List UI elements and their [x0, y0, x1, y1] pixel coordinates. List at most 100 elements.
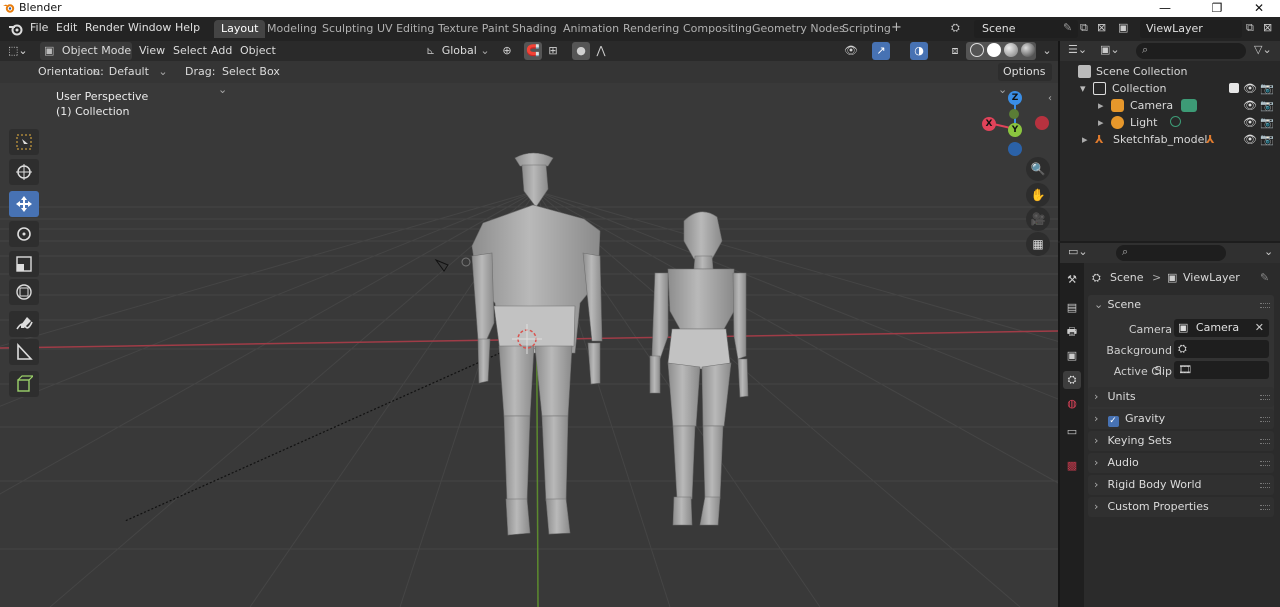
collection-tab-icon[interactable]: ▭ — [1063, 423, 1081, 441]
active-clip-field[interactable]: 🎞 — [1174, 361, 1269, 379]
snap-toggle-icon[interactable]: 🧲 — [524, 42, 542, 60]
audio-section[interactable]: › Audio — [1088, 453, 1274, 473]
drag-selector[interactable]: Select Box ⌄ — [218, 63, 282, 96]
gizmo-neg-y-axis[interactable] — [1009, 109, 1019, 119]
tab-layout[interactable]: Layout — [214, 20, 266, 38]
3d-viewport[interactable]: ⬚⌄ ▣ Object Mode ⌄ View Select Add Objec… — [0, 41, 1058, 607]
menu-file[interactable]: File — [30, 21, 48, 34]
scene-tab-icon[interactable]: ⛭ — [1063, 371, 1081, 389]
drag-grip-icon[interactable] — [1260, 505, 1270, 510]
transform-orientation-selector[interactable]: ⊾ Global ⌄ — [426, 42, 490, 60]
filter-icon[interactable]: ▽⌄ — [1254, 43, 1272, 56]
snap-target-icon[interactable]: ⊞ — [544, 42, 562, 60]
menu-select[interactable]: Select — [173, 42, 207, 60]
editor-type-icon[interactable]: ▭⌄ — [1068, 245, 1088, 258]
pivot-point-icon[interactable]: ⊕ — [498, 42, 516, 60]
drag-grip-icon[interactable] — [1260, 483, 1270, 488]
camera-render-icon[interactable]: 📷 — [1260, 80, 1274, 97]
outliner-scene-collection[interactable]: Scene Collection — [1060, 63, 1280, 80]
drag-grip-icon[interactable] — [1260, 417, 1270, 422]
gizmo-neg-z-axis[interactable] — [1008, 142, 1022, 156]
add-workspace-button[interactable]: + — [891, 20, 902, 35]
view-layer-icon[interactable]: ▣ — [1118, 21, 1128, 34]
menu-view[interactable]: View — [139, 42, 165, 60]
move-tool[interactable] — [9, 191, 39, 217]
orientation-selector[interactable]: ⊾ Default ⌄ — [92, 63, 174, 81]
display-mode-icon[interactable]: ▣⌄ — [1100, 43, 1120, 56]
shading-options-icon[interactable]: ⌄ — [1038, 42, 1056, 60]
wireframe-shading-icon[interactable] — [970, 43, 984, 57]
render-tab-icon[interactable]: ▤ — [1063, 299, 1081, 317]
outliner-row-collection[interactable]: ▾ Collection 👁 📷 — [1060, 80, 1280, 97]
camera-render-icon[interactable]: 📷 — [1260, 114, 1274, 131]
drag-grip-icon[interactable] — [1260, 439, 1270, 444]
new-view-layer-icon[interactable]: ⧉ — [1246, 21, 1254, 35]
properties-search-input[interactable]: ⌕ — [1116, 245, 1226, 261]
drag-grip-icon[interactable] — [1260, 303, 1270, 308]
tab-texture-paint[interactable]: Texture Paint — [431, 20, 516, 38]
view-layer-tab-icon[interactable]: ▣ — [1063, 347, 1081, 365]
menu-render[interactable]: Render — [85, 21, 124, 34]
eye-icon[interactable]: 👁 — [1243, 131, 1257, 148]
menu-add[interactable]: Add — [211, 42, 232, 60]
tool-tab-icon[interactable]: ⚒ — [1063, 271, 1081, 289]
keying-sets-section[interactable]: › Keying Sets — [1088, 431, 1274, 451]
delete-view-layer-icon[interactable]: ⊠ — [1263, 21, 1272, 34]
eye-icon[interactable]: 👁 — [1243, 97, 1257, 114]
camera-view-icon[interactable]: 🎥 — [1026, 207, 1050, 231]
pin-icon[interactable]: ✎ — [1260, 271, 1269, 284]
editor-type-icon[interactable]: ⬚⌄ — [8, 42, 34, 60]
outliner-row-camera[interactable]: ▸ Camera 👁 📷 — [1060, 97, 1280, 114]
menu-edit[interactable]: Edit — [56, 21, 77, 34]
sidebar-toggle-icon[interactable]: ‹ — [1048, 93, 1052, 104]
cursor-tool[interactable] — [9, 159, 39, 185]
annotate-tool[interactable] — [9, 311, 39, 337]
view-layer-selector[interactable]: ViewLayer — [1140, 20, 1242, 38]
chevron-down-icon[interactable]: ⌄ — [1264, 245, 1273, 258]
solid-shading-icon[interactable] — [987, 43, 1001, 57]
gizmo-y-axis[interactable]: Y — [1008, 123, 1022, 137]
scene-icon[interactable]: ⛭ — [951, 21, 960, 35]
overlay-toggle-icon[interactable]: ◑ — [910, 42, 928, 60]
drag-grip-icon[interactable] — [1260, 395, 1270, 400]
transform-tool[interactable] — [9, 279, 39, 305]
menu-window[interactable]: Window — [128, 21, 171, 34]
select-box-tool[interactable] — [9, 129, 39, 155]
clear-icon[interactable]: ✕ — [1255, 319, 1264, 337]
camera-render-icon[interactable]: 📷 — [1260, 131, 1274, 148]
xray-toggle-icon[interactable]: ⧈ — [946, 42, 964, 60]
mode-selector[interactable]: ▣ Object Mode ⌄ — [40, 42, 132, 75]
visibility-icon[interactable]: 👁 — [842, 42, 860, 60]
units-section[interactable]: › Units — [1088, 387, 1274, 407]
eye-icon[interactable]: 👁 — [1243, 114, 1257, 131]
zoom-icon[interactable]: 🔍 — [1026, 157, 1050, 181]
falloff-icon[interactable]: ⋀ — [592, 42, 610, 60]
world-tab-icon[interactable]: ◍ — [1063, 395, 1081, 413]
gravity-checkbox[interactable]: ✓ — [1107, 416, 1119, 427]
expand-arrow-icon[interactable]: ▸ — [1098, 114, 1104, 131]
rotate-tool[interactable] — [9, 221, 39, 247]
rigid-body-world-section[interactable]: › Rigid Body World — [1088, 475, 1274, 495]
eye-icon[interactable]: 👁 — [1243, 80, 1257, 97]
rendered-shading-icon[interactable] — [1021, 43, 1035, 57]
options-dropdown[interactable]: Options ⌄ — [998, 63, 1052, 96]
drag-grip-icon[interactable] — [1260, 461, 1270, 466]
new-scene-icon[interactable]: ⧉ — [1080, 21, 1088, 35]
gizmo-z-axis[interactable]: Z — [1008, 91, 1022, 105]
proportional-edit-icon[interactable]: ● — [572, 42, 590, 60]
material-shading-icon[interactable] — [1004, 43, 1018, 57]
editor-type-icon[interactable]: ☰⌄ — [1068, 43, 1087, 56]
texture-tab-icon[interactable]: ▩ — [1063, 457, 1081, 475]
blender-menu-icon[interactable] — [8, 22, 23, 36]
camera-render-icon[interactable]: 📷 — [1260, 97, 1274, 114]
gizmo-neg-x-axis[interactable] — [1035, 116, 1049, 130]
measure-tool[interactable] — [9, 339, 39, 365]
exclude-checkbox[interactable] — [1229, 83, 1239, 93]
menu-object[interactable]: Object — [240, 42, 276, 60]
camera-field[interactable]: ▣ Camera ✕ — [1174, 319, 1269, 337]
scale-tool[interactable] — [9, 251, 39, 277]
close-window-button[interactable]: ✕ — [1236, 0, 1280, 17]
tab-scripting[interactable]: Scripting — [835, 20, 898, 38]
expand-arrow-icon[interactable]: ▾ — [1080, 80, 1086, 97]
outliner-row-sketchfab-model[interactable]: ▸ ⅄ Sketchfab_model ⅄ 👁 📷 — [1060, 131, 1280, 148]
